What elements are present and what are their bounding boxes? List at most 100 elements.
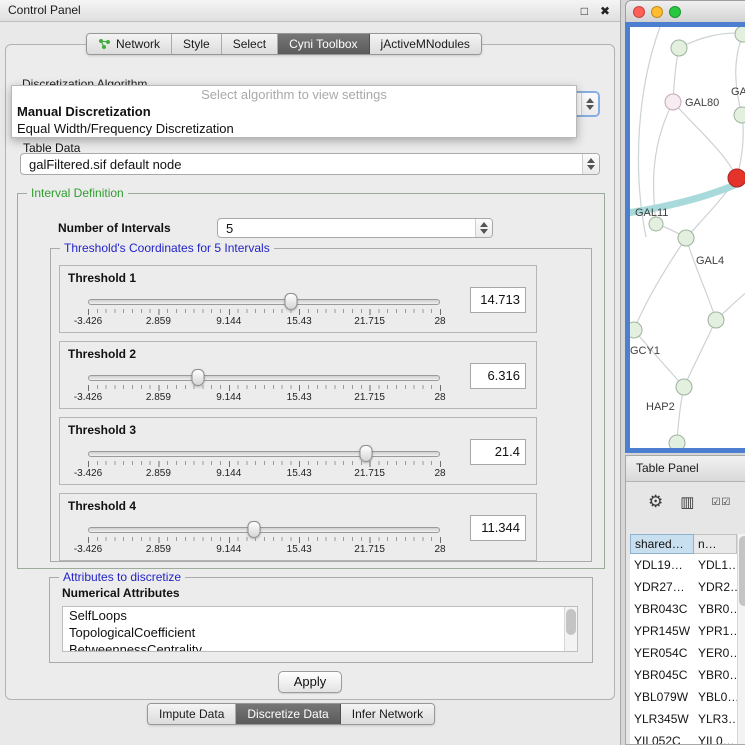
table-row[interactable]: YIL052CYIL0… [630,730,737,744]
threshold-value-field[interactable]: 21.4 [470,439,526,465]
tab-network[interactable]: Network [87,34,172,54]
threshold-slider[interactable] [88,527,440,533]
tab-select[interactable]: Select [222,34,278,54]
tab-cyni-toolbox[interactable]: Cyni Toolbox [278,34,369,54]
interval-definition-group: Interval Definition Number of Intervals … [17,193,605,569]
table-cell[interactable]: YER054C [630,642,694,664]
node-label: GA [731,86,745,98]
node[interactable] [671,40,687,56]
node-gcy1[interactable] [630,322,642,338]
table-row[interactable]: YDL19…YDL1… [630,554,737,576]
tab-jactivemnodules[interactable]: jActiveMNodules [370,34,481,54]
slider-thumb[interactable] [359,445,372,462]
gear-icon[interactable]: ⚙ [648,492,663,512]
select-columns-checkbox-icon[interactable]: ☑☑ [711,497,731,508]
traffic-light-minimize-icon[interactable] [651,6,663,18]
table-cell[interactable]: YBL079W [630,686,694,708]
apply-button[interactable]: Apply [278,671,342,693]
float-window-icon[interactable]: □ [581,4,588,18]
table-columns-icon[interactable]: ▥ [680,493,694,511]
table-panel-titlebar[interactable]: Table Panel [626,456,745,482]
node[interactable] [735,27,745,42]
tab-impute-data[interactable]: Impute Data [148,704,236,724]
table-row[interactable]: YDR27…YDR2… [630,576,737,598]
node[interactable] [734,107,745,123]
tab-infer-network[interactable]: Infer Network [341,704,434,724]
tab-label: Cyni Toolbox [289,37,357,51]
node[interactable] [708,312,724,328]
scale-label: 9.144 [216,316,241,327]
table-cell[interactable]: YLR3… [694,708,737,730]
slider-major-ticks [88,461,441,467]
table-cell[interactable]: YDL1… [694,554,737,576]
close-icon[interactable]: ✖ [600,4,610,18]
threshold-value-field[interactable]: 11.344 [470,515,526,541]
selected-red-node[interactable] [728,169,745,187]
table-cell[interactable]: YPR1… [694,620,737,642]
table-cell[interactable]: YPR145W [630,620,694,642]
node[interactable] [669,435,685,448]
combo-stepper-icon[interactable] [582,154,599,174]
tab-style[interactable]: Style [172,34,222,54]
table-row[interactable]: YER054CYER0… [630,642,737,664]
node-gal80[interactable] [665,94,681,110]
table-row[interactable]: YBR043CYBR0… [630,598,737,620]
node-gal11[interactable] [649,217,663,231]
traffic-light-zoom-icon[interactable] [669,6,681,18]
threshold-value-field[interactable]: 14.713 [470,287,526,313]
table-scrollbar[interactable] [737,534,745,744]
table-cell[interactable]: YLR345W [630,708,694,730]
table-cell[interactable]: YIL052C [630,730,694,744]
table-row[interactable]: YBL079WYBL0… [630,686,737,708]
column-header-name[interactable]: n… [694,534,737,554]
algorithm-placeholder: Select algorithm to view settings [12,86,576,103]
threshold-value-field[interactable]: 6.316 [470,363,526,389]
threshold-slider[interactable] [88,451,440,457]
threshold-panel: Threshold 3 21.4 -3.426 2.859 9.144 15.4… [59,417,537,485]
option-manual-discretization[interactable]: Manual Discretization [12,103,576,120]
threshold-slider[interactable] [88,375,440,381]
table-cell[interactable]: YBR0… [694,664,737,686]
combo-stepper-icon[interactable] [581,93,598,115]
table-cell[interactable]: YDR2… [694,576,737,598]
scrollbar-thumb[interactable] [739,536,745,606]
slider-thumb[interactable] [284,293,297,310]
column-header-shared-name[interactable]: shared… [630,534,694,554]
table-cell[interactable]: YBL0… [694,686,737,708]
table-row[interactable]: YBR045CYBR0… [630,664,737,686]
table-cell[interactable]: YBR043C [630,598,694,620]
number-of-intervals-value: 5 [226,221,233,236]
table-cell[interactable]: YER0… [694,642,737,664]
combo-stepper-icon[interactable] [475,219,492,237]
tab-discretize-data[interactable]: Discretize Data [236,704,340,724]
network-nodes[interactable] [630,27,745,448]
table-row[interactable]: YPR145WYPR1… [630,620,737,642]
node-attribute-table: shared… n… YDL19…YDL1… YDR27…YDR2… YBR04… [630,534,737,744]
table-row[interactable]: YLR345WYLR3… [630,708,737,730]
interval-definition-title: Interval Definition [27,186,128,200]
table-data-combo[interactable]: galFiltered.sif default node [20,153,600,175]
node-hap2[interactable] [676,379,692,395]
list-item[interactable]: BetweennessCentrality [63,641,577,652]
attributes-scrollbar[interactable] [564,607,577,651]
table-cell[interactable]: YDL19… [630,554,694,576]
number-of-intervals-combo[interactable]: 5 [217,218,493,238]
table-cell[interactable]: YDR27… [630,576,694,598]
scrollbar-thumb[interactable] [566,609,576,635]
slider-thumb[interactable] [247,521,260,538]
threshold-slider[interactable] [88,299,440,305]
table-cell[interactable]: YBR045C [630,664,694,686]
control-panel-titlebar[interactable]: Control Panel □ ✖ [0,0,620,22]
traffic-light-close-icon[interactable] [633,6,645,18]
network-window-titlebar[interactable] [625,0,745,22]
network-canvas[interactable]: GAL80 GAL11 GAL4 GCY1 HAP2 GA [630,27,745,448]
table-panel-title: Table Panel [626,456,699,481]
node-gal4[interactable] [678,230,694,246]
list-item[interactable]: SelfLoops [63,607,577,624]
table-cell[interactable]: YBR0… [694,598,737,620]
slider-thumb[interactable] [191,369,204,386]
scale-label: 15.43 [287,392,312,403]
option-equal-width-frequency[interactable]: Equal Width/Frequency Discretization [12,120,576,137]
list-item[interactable]: TopologicalCoefficient [63,624,577,641]
table-cell[interactable]: YIL0… [694,730,737,744]
